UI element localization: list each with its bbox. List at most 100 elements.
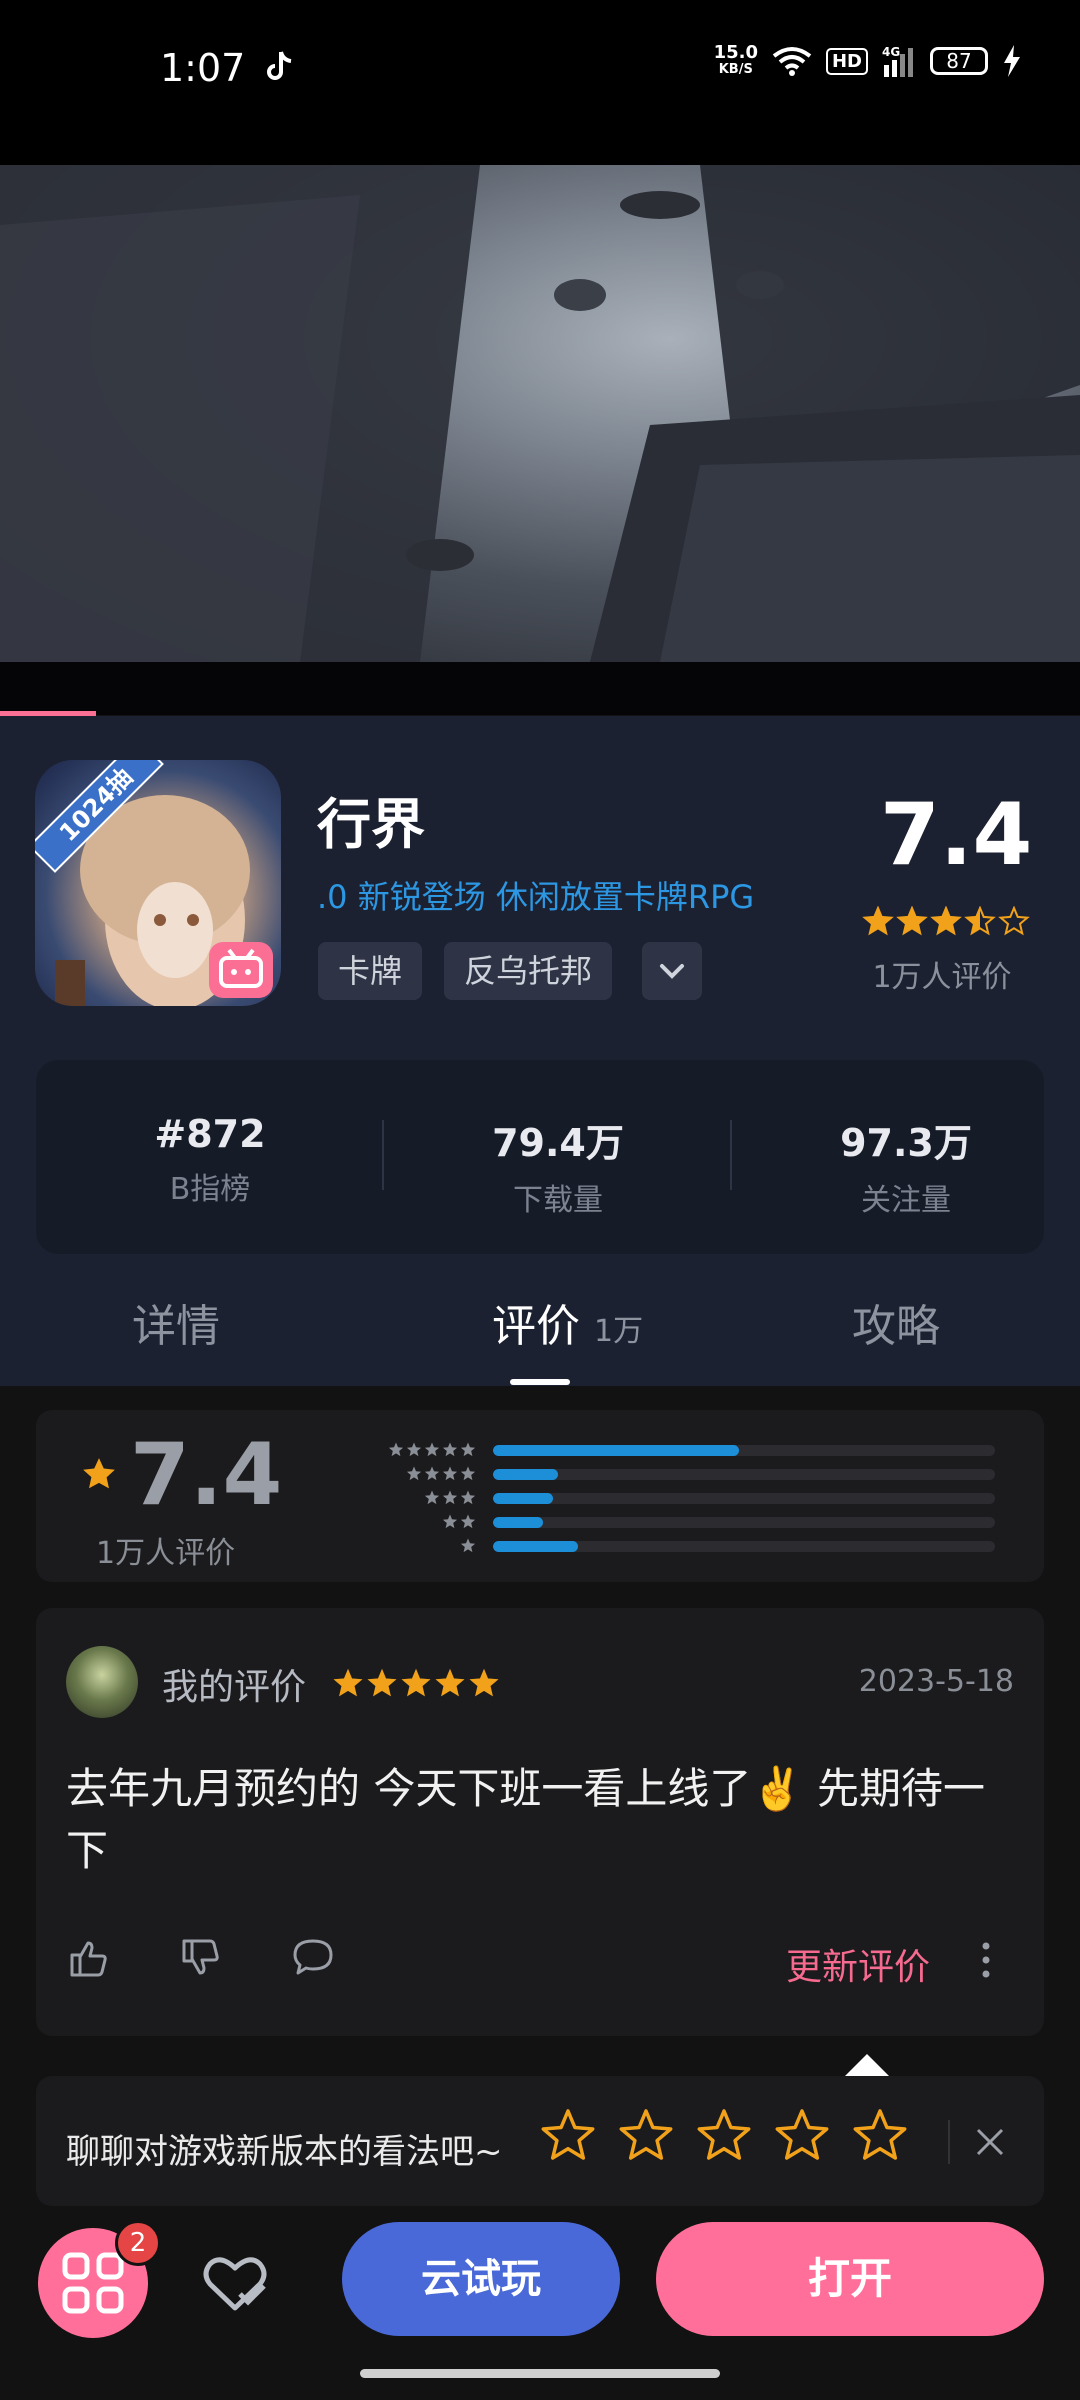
review-date: 2023-5-18 [858,1664,1014,1699]
distribution-row-3 [358,1490,995,1506]
stat-downloads: 79.4万 下载量 [492,1121,624,1218]
distribution-bar [493,1468,559,1480]
review-star [469,1668,499,1697]
rate-star-5[interactable] [852,2108,908,2164]
distribution-track [493,1444,995,1456]
stat-rank[interactable]: #872 B指榜 [60,1112,360,1208]
review-star [435,1668,465,1697]
star-icon [83,1458,115,1489]
prompt-text: 聊聊对游戏新版本的看法吧~ [66,2132,503,2172]
thumbs-down-icon[interactable] [178,1935,224,1981]
distribution-star [460,1490,476,1505]
status-time: 1:07 [160,46,246,90]
tab-indicator [510,1379,570,1385]
notification-badge: 2 [115,2220,161,2266]
distribution-track [493,1516,995,1528]
tooltip-arrow [845,2054,889,2076]
distribution-row-4 [358,1466,995,1482]
stat-divider [382,1120,384,1190]
distribution-star [460,1442,476,1457]
distribution-track [493,1540,995,1552]
app-icon: 1024抽 [35,760,281,1006]
rate-star-4[interactable] [774,2108,830,2164]
tag-dystopia[interactable]: 反乌托邦 [444,942,613,1000]
distribution-bar [493,1444,739,1456]
rating-count: 1万人评价 [872,960,1012,995]
app-subtitle[interactable]: .0 新锐登场 休闲放置卡牌RPG [317,872,754,918]
tab-reviews[interactable]: 评价 1万 [492,1290,643,1354]
distribution-star [424,1442,440,1457]
more-options-icon[interactable] [980,1940,992,1980]
hd-icon: HD [825,47,868,75]
stat-divider [730,1120,732,1190]
distribution-star [388,1442,404,1457]
distribution-row-1 [358,1538,995,1554]
distribution-star [442,1442,458,1457]
chevron-down-icon [660,964,684,979]
rating-star [862,906,894,936]
prompt-stars [540,2108,908,2164]
rate-star-3[interactable] [696,2108,752,2164]
cloud-play-button[interactable]: 云试玩 [342,2222,620,2336]
distribution-track [493,1468,995,1480]
rating-star [896,906,928,936]
tab-details[interactable]: 详情 [132,1290,220,1354]
charging-icon [1004,45,1020,77]
home-indicator[interactable] [360,2369,720,2378]
wifi-icon [772,47,812,76]
tab-guides[interactable]: 攻略 [852,1290,940,1354]
my-review-label: 我的评价 [162,1667,307,1708]
stat-followers: 97.3万 关注量 [840,1121,972,1218]
signal-icon: 4G [882,45,913,77]
app-title: 行界 [317,793,425,856]
distribution-star [442,1490,458,1505]
distribution-star [460,1514,476,1529]
distribution-star [442,1466,458,1481]
summary-count: 1万人评价 [96,1536,236,1571]
review-text: 去年九月预约的 今天下班一看上线了✌️ 先期待一下 [66,1764,985,1875]
distribution-star [460,1466,476,1481]
app-score: 7.4 [880,785,1033,885]
distribution-bar [493,1516,544,1528]
distribution-star [442,1514,458,1529]
avatar[interactable] [66,1646,138,1718]
tag-card[interactable]: 卡牌 [318,942,423,1000]
video-frame [0,165,1080,662]
thumbs-up-icon[interactable] [66,1935,112,1981]
rating-star [964,906,996,936]
update-review-button[interactable]: 更新评价 [786,1938,930,1990]
distribution-row-2 [358,1514,995,1530]
distribution-star [424,1466,440,1481]
summary-score: 7.4 [130,1425,283,1525]
comment-icon[interactable] [290,1935,336,1981]
review-star [367,1668,397,1697]
network-speed: 15.0 KB/S [713,42,758,78]
review-star [401,1668,431,1697]
rating-star [998,906,1030,936]
distribution-star [406,1466,422,1481]
divider [948,2120,950,2164]
battery-icon: 87 [930,47,988,75]
distribution-star [460,1538,476,1553]
tags-expand-button[interactable] [642,942,702,1000]
tiktok-icon [267,51,292,80]
rate-star-2[interactable] [618,2108,674,2164]
review-star [333,1668,363,1697]
open-button[interactable]: 打开 [656,2222,1044,2336]
score-stars [862,906,1030,938]
my-review-stars [332,1668,502,1700]
distribution-bar [493,1492,554,1504]
rating-star [930,906,962,936]
distribution-bar [493,1540,579,1552]
rate-star-1[interactable] [540,2108,596,2164]
video-player[interactable] [0,165,1080,662]
favorite-heart-icon[interactable] [200,2250,270,2316]
close-icon[interactable] [972,2124,1008,2160]
bilibili-icon [209,942,273,998]
distribution-track [493,1492,995,1504]
distribution-row-5 [358,1442,995,1458]
distribution-star [406,1442,422,1457]
svg-text:4G: 4G [882,45,900,59]
status-right: 15.0 KB/S HD 4G 87 [714,44,1022,78]
video-controls-bg [0,662,1080,715]
